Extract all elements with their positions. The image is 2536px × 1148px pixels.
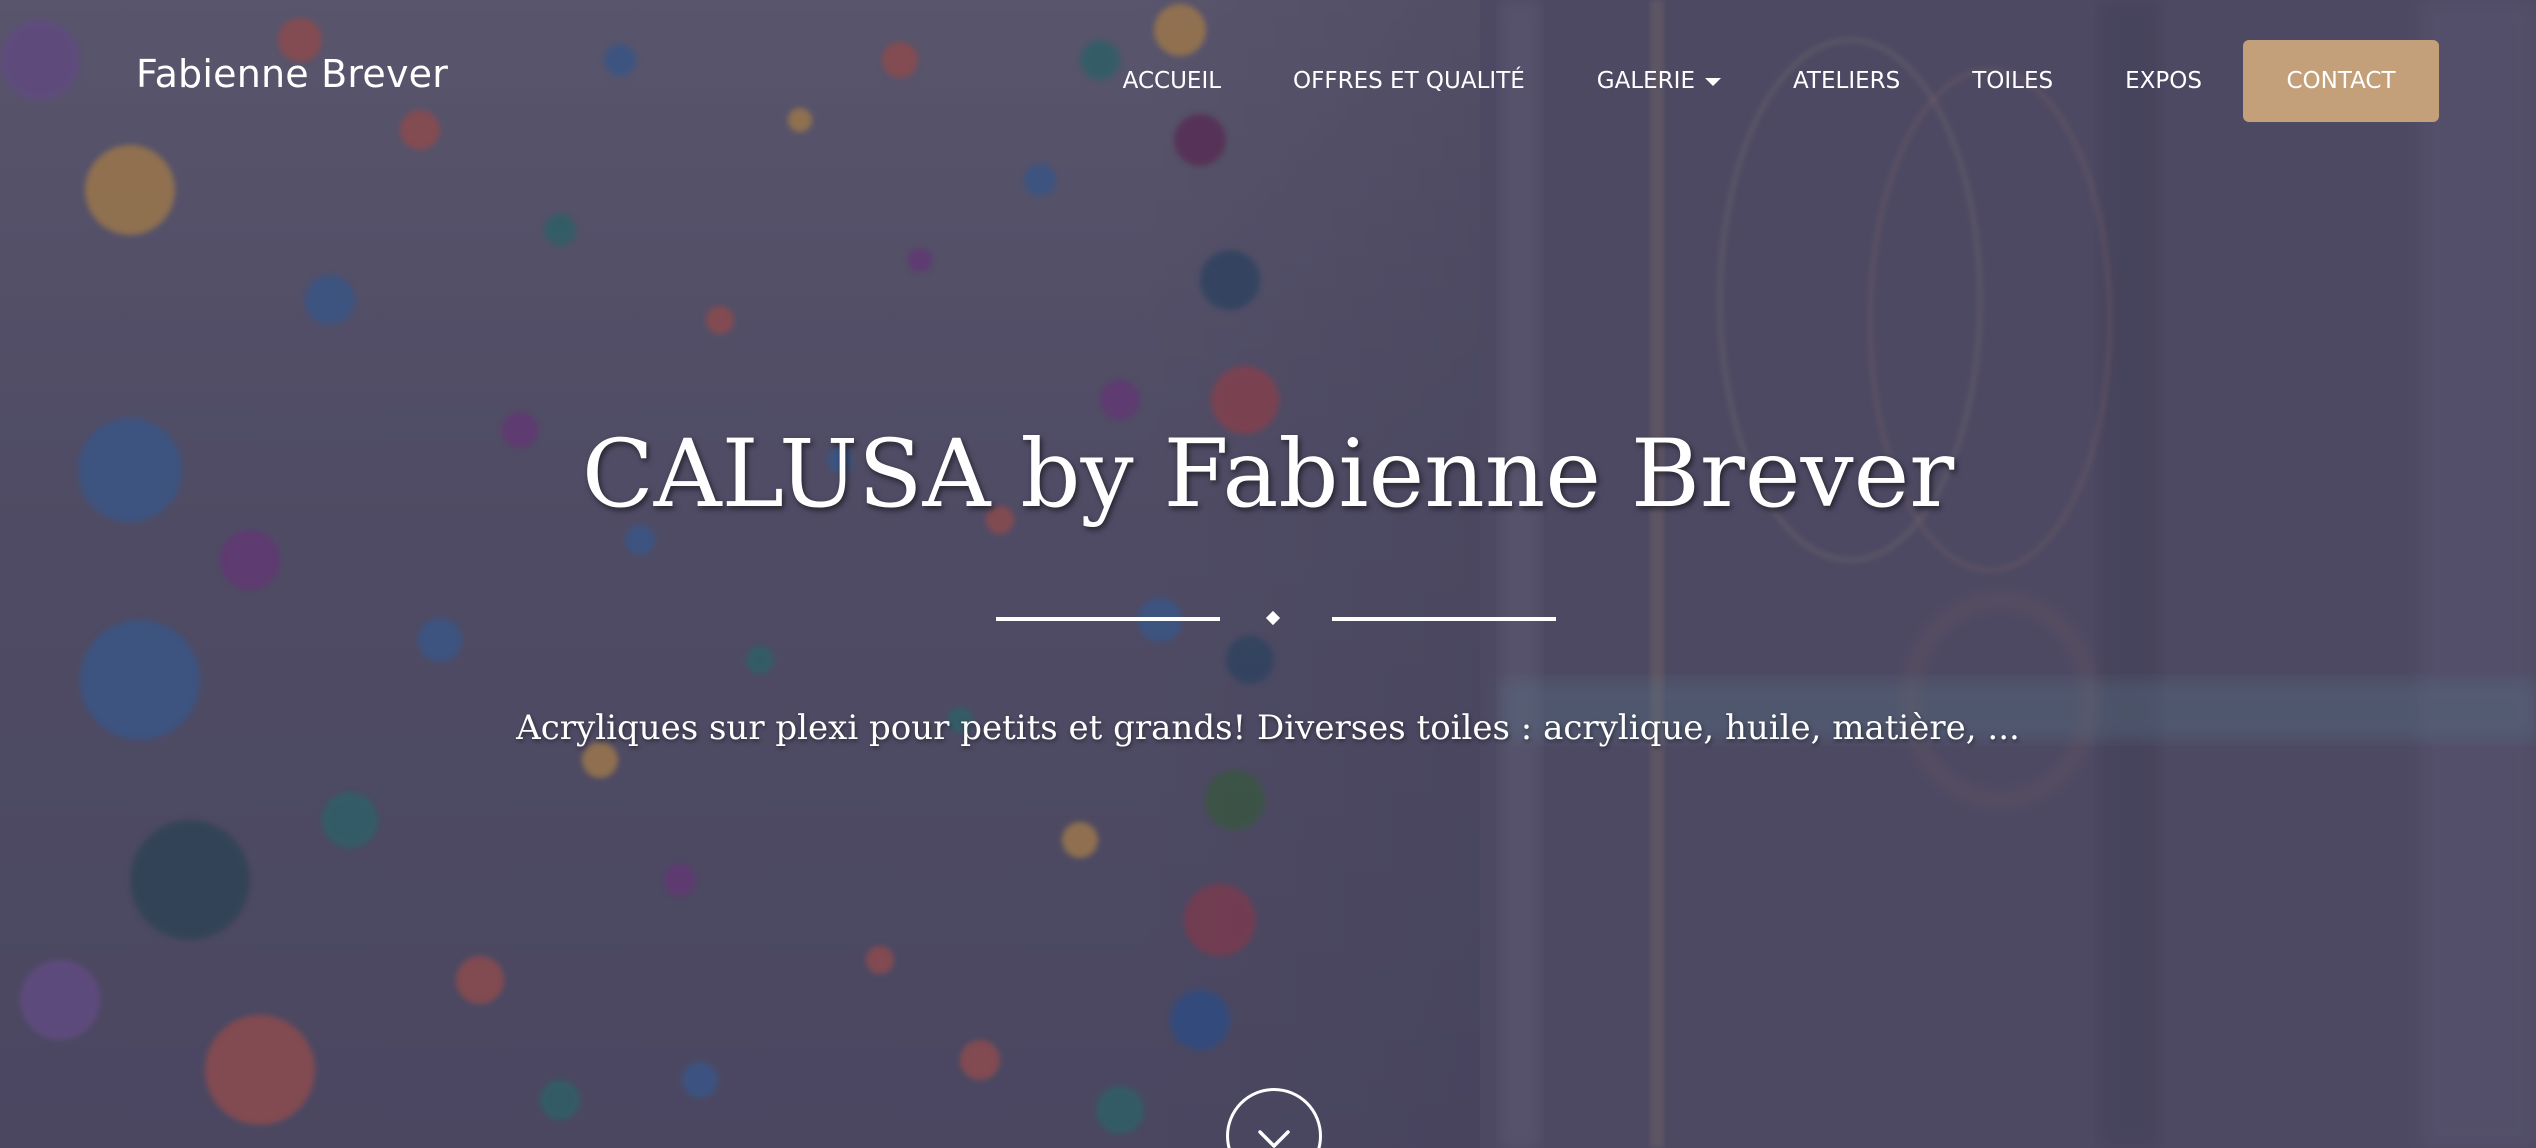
- nav-item-ateliers[interactable]: ATELIERS: [1793, 68, 1900, 94]
- nav-item-expos[interactable]: EXPOS: [2125, 68, 2202, 94]
- nav-item-accueil[interactable]: ACCUEIL: [1123, 68, 1221, 94]
- top-navigation: Fabienne Brever ACCUEIL OFFRES ET QUALIT…: [0, 0, 2536, 160]
- main-menu: ACCUEIL OFFRES ET QUALITÉ GALERIE ATELIE…: [1051, 40, 2439, 122]
- title-divider: [996, 603, 1556, 633]
- divider-line-right: [1332, 617, 1556, 621]
- nav-item-label: GALERIE: [1596, 68, 1695, 94]
- nav-item-label: TOILES: [1972, 68, 2054, 94]
- chevron-down-icon: [1258, 1130, 1290, 1148]
- brand-logo[interactable]: Fabienne Brever: [136, 52, 448, 96]
- nav-item-label: EXPOS: [2125, 68, 2202, 94]
- divider-line-left: [996, 617, 1220, 621]
- nav-item-label: ACCUEIL: [1122, 68, 1222, 94]
- caret-down-icon: [1704, 78, 1721, 86]
- hero-subtitle: Acryliques sur plexi pour petits et gran…: [516, 708, 2020, 748]
- hero-section: Fabienne Brever ACCUEIL OFFRES ET QUALIT…: [0, 0, 2536, 1148]
- nav-item-label: ATELIERS: [1792, 68, 1901, 94]
- nav-item-toiles[interactable]: TOILES: [1972, 68, 2053, 94]
- hero-title: CALUSA by Fabienne Brever: [581, 420, 1955, 529]
- nav-item-galerie[interactable]: GALERIE: [1597, 68, 1721, 94]
- nav-item-offres-et-qualite[interactable]: OFFRES ET QUALITÉ: [1293, 68, 1525, 94]
- contact-button[interactable]: CONTACT: [2243, 40, 2439, 122]
- nav-item-label: OFFRES ET QUALITÉ: [1293, 68, 1525, 94]
- hero-overlay: [0, 0, 2536, 1148]
- diamond-icon: [1265, 610, 1281, 626]
